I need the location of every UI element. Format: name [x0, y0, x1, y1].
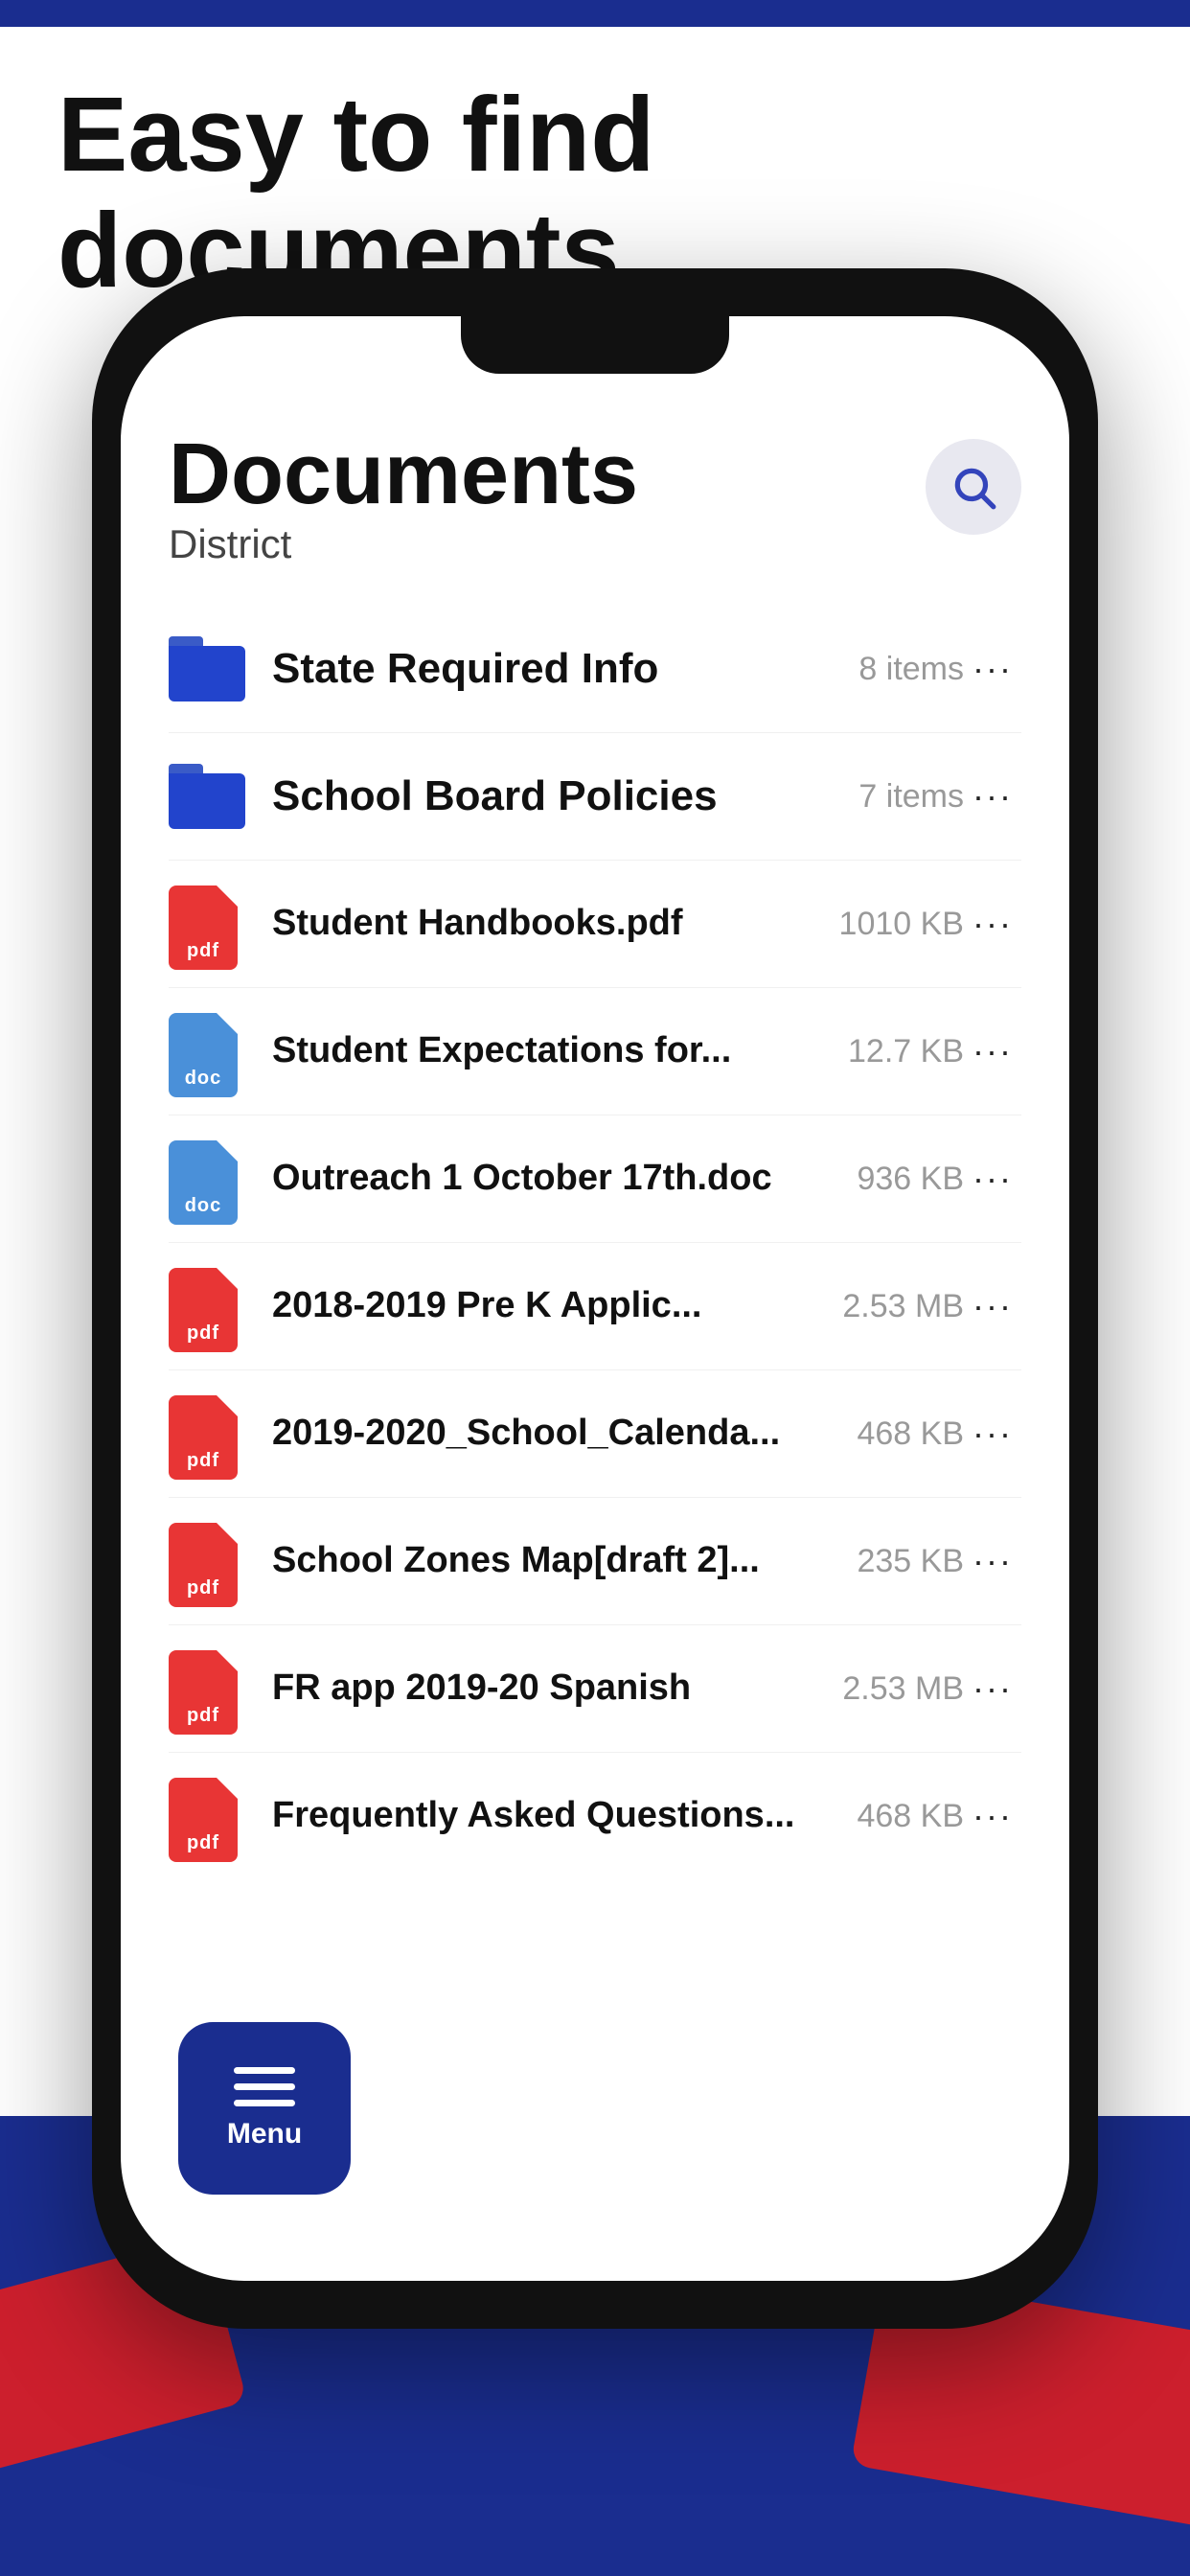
doc-info: Student Expectations for... [272, 1029, 829, 1073]
more-button[interactable]: ··· [964, 904, 1021, 944]
doc-size: 2.53 MB [842, 1288, 964, 1325]
pdf-icon: pdf [169, 1395, 245, 1472]
list-item[interactable]: State Required Info 8 items ··· [169, 606, 1021, 733]
menu-label: Menu [227, 2118, 302, 2150]
more-button[interactable]: ··· [964, 1031, 1021, 1071]
list-item[interactable]: pdf 2019-2020_School_Calenda... 468 KB ·… [169, 1370, 1021, 1498]
doc-info: Frequently Asked Questions... [272, 1794, 837, 1838]
doc-name: Student Expectations for... [272, 1029, 829, 1073]
doc-name: Frequently Asked Questions... [272, 1794, 837, 1838]
doc-name: 2018-2019 Pre K Applic... [272, 1284, 823, 1328]
doc-size: 468 KB [857, 1415, 964, 1453]
doc-size: 2.53 MB [842, 1670, 964, 1708]
more-button[interactable]: ··· [964, 776, 1021, 816]
pdf-icon: pdf [169, 1778, 245, 1854]
list-item[interactable]: pdf School Zones Map[draft 2]... 235 KB … [169, 1498, 1021, 1625]
pdf-icon: pdf [169, 1523, 245, 1599]
doc-size: 8 items [858, 651, 964, 688]
doc-file-icon: doc [169, 1013, 245, 1090]
list-item[interactable]: pdf FR app 2019-20 Spanish 2.53 MB ··· [169, 1625, 1021, 1753]
more-button[interactable]: ··· [964, 649, 1021, 689]
more-button[interactable]: ··· [964, 1414, 1021, 1454]
list-item[interactable]: doc Outreach 1 October 17th.doc 936 KB ·… [169, 1116, 1021, 1243]
more-button[interactable]: ··· [964, 1286, 1021, 1326]
menu-icon [234, 2067, 295, 2106]
doc-name: School Board Policies [272, 771, 839, 822]
phone-frame: Documents District [92, 268, 1098, 2329]
list-item[interactable]: School Board Policies 7 items ··· [169, 733, 1021, 861]
doc-name: State Required Info [272, 644, 839, 695]
more-button[interactable]: ··· [964, 1541, 1021, 1581]
doc-name: FR app 2019-20 Spanish [272, 1667, 823, 1711]
menu-button[interactable]: Menu [178, 2022, 351, 2195]
phone-screen: Documents District [121, 316, 1069, 2281]
doc-size: 7 items [858, 778, 964, 816]
doc-name: Outreach 1 October 17th.doc [272, 1157, 837, 1201]
doc-info: 2018-2019 Pre K Applic... [272, 1284, 823, 1328]
doc-info: State Required Info [272, 644, 839, 695]
doc-info: FR app 2019-20 Spanish [272, 1667, 823, 1711]
doc-size: 235 KB [857, 1543, 964, 1580]
doc-info: School Board Policies [272, 771, 839, 822]
search-icon [950, 463, 997, 511]
pdf-icon: pdf [169, 1650, 245, 1727]
folder-icon [169, 631, 245, 707]
pdf-icon: pdf [169, 886, 245, 962]
doc-name: School Zones Map[draft 2]... [272, 1539, 837, 1583]
top-status-bar [0, 0, 1190, 27]
doc-info: 2019-2020_School_Calenda... [272, 1412, 837, 1456]
doc-name: 2019-2020_School_Calenda... [272, 1412, 837, 1456]
doc-size: 12.7 KB [848, 1033, 964, 1070]
documents-subtitle: District [169, 521, 638, 567]
doc-file-icon: doc [169, 1140, 245, 1217]
doc-size: 936 KB [857, 1161, 964, 1198]
doc-name: Student Handbooks.pdf [272, 902, 820, 946]
documents-title: Documents [169, 431, 638, 518]
document-list: State Required Info 8 items ··· School B [169, 606, 1021, 1879]
doc-info: Outreach 1 October 17th.doc [272, 1157, 837, 1201]
list-item[interactable]: pdf Frequently Asked Questions... 468 KB… [169, 1753, 1021, 1879]
search-button[interactable] [926, 439, 1021, 535]
list-item[interactable]: pdf 2018-2019 Pre K Applic... 2.53 MB ··… [169, 1243, 1021, 1370]
more-button[interactable]: ··· [964, 1159, 1021, 1199]
list-item[interactable]: doc Student Expectations for... 12.7 KB … [169, 988, 1021, 1116]
list-item[interactable]: pdf Student Handbooks.pdf 1010 KB ··· [169, 861, 1021, 988]
doc-info: Student Handbooks.pdf [272, 902, 820, 946]
screen-content: Documents District [121, 393, 1069, 2281]
doc-info: School Zones Map[draft 2]... [272, 1539, 837, 1583]
more-button[interactable]: ··· [964, 1796, 1021, 1836]
documents-header: Documents District [169, 431, 1021, 567]
header-left: Documents District [169, 431, 638, 567]
more-button[interactable]: ··· [964, 1668, 1021, 1709]
folder-icon [169, 758, 245, 835]
pdf-icon: pdf [169, 1268, 245, 1345]
doc-size: 1010 KB [839, 906, 964, 943]
doc-size: 468 KB [857, 1798, 964, 1835]
phone-notch [461, 316, 729, 374]
